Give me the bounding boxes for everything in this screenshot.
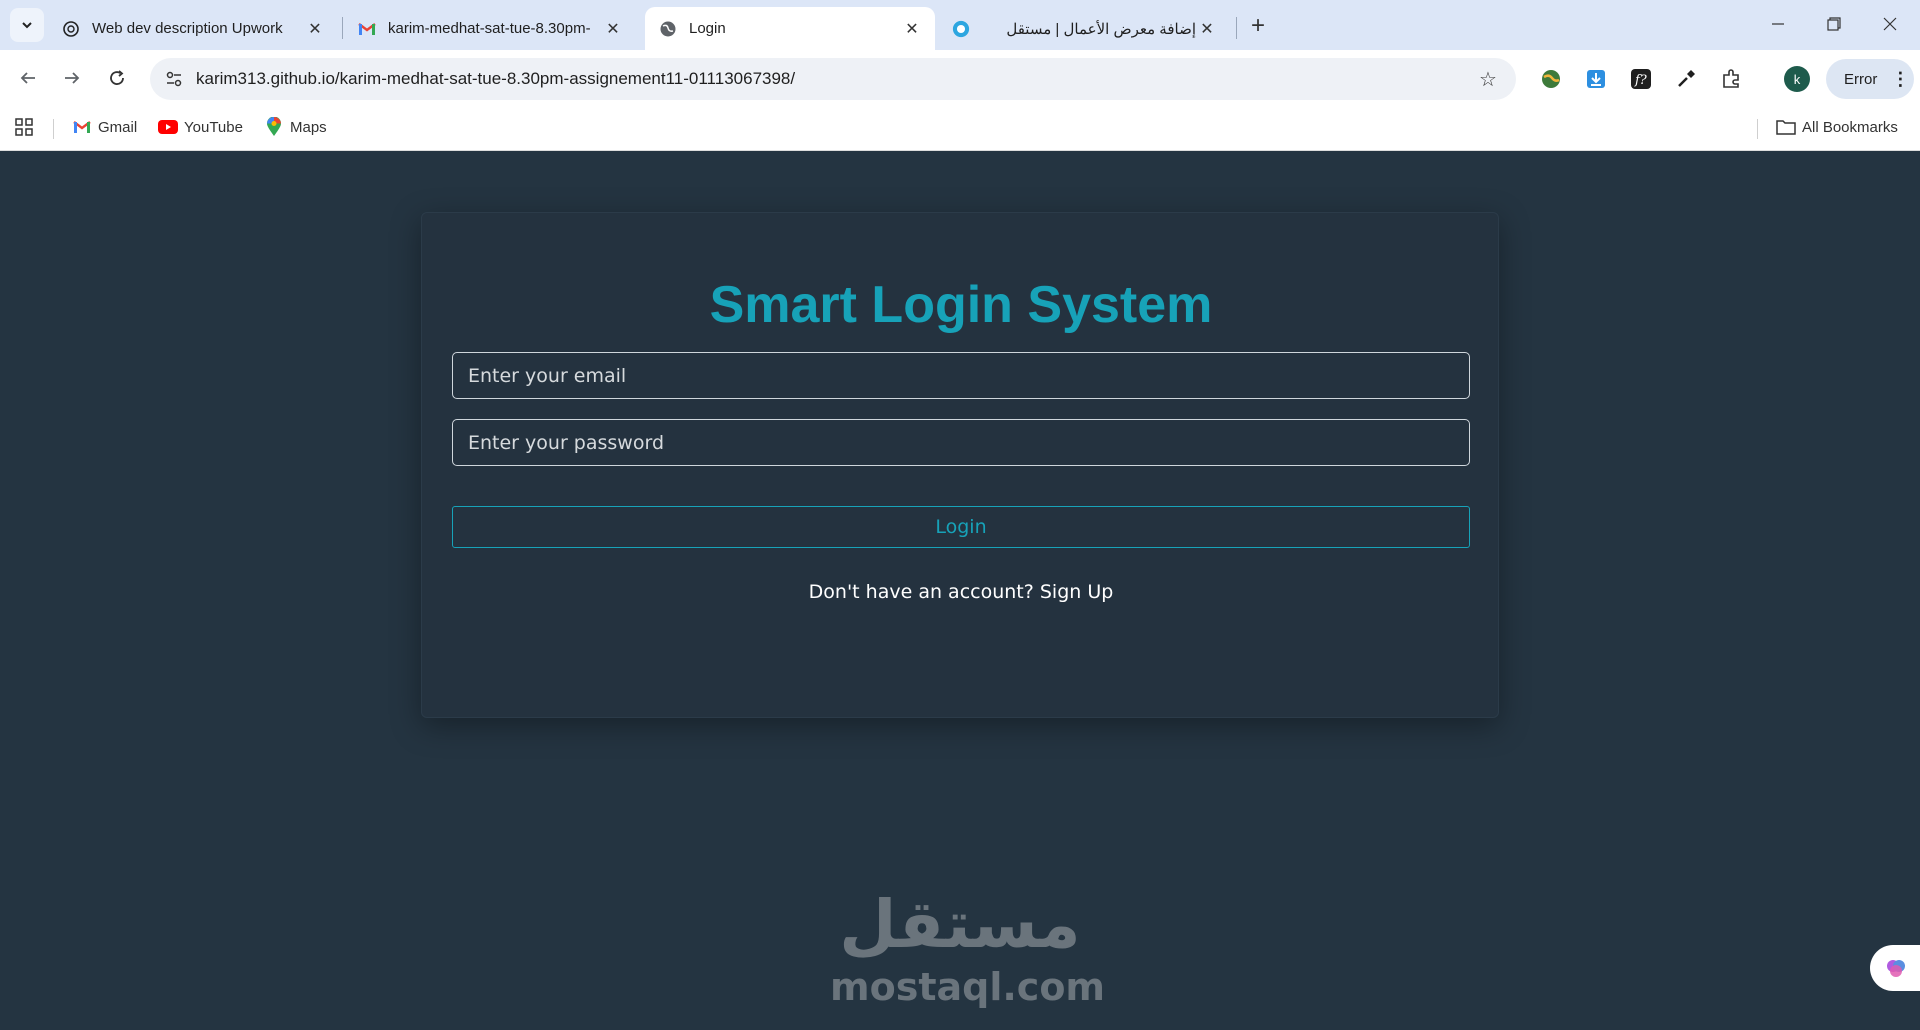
font-extension-icon[interactable]: f? [1627, 65, 1655, 93]
minimize-button[interactable] [1758, 8, 1798, 40]
tab-divider [1236, 17, 1237, 39]
signup-prompt: Don't have an account? Sign Up [422, 581, 1500, 603]
maps-icon [264, 117, 284, 137]
minimize-icon [1772, 23, 1784, 25]
tab-strip: Web dev description Upwork ✕ karim-medha… [0, 0, 1920, 50]
tab-title: Login [689, 20, 726, 37]
all-bookmarks-button[interactable]: All Bookmarks [1776, 117, 1898, 137]
extensions-puzzle-icon[interactable] [1717, 65, 1745, 93]
login-button[interactable]: Login [452, 506, 1470, 548]
restore-icon [1827, 17, 1841, 31]
mostaql-watermark: مستقل mostaql.com [830, 885, 1106, 1015]
address-bar[interactable]: karim313.github.io/karim-medhat-sat-tue-… [150, 58, 1516, 100]
bookmark-maps[interactable]: Maps [264, 117, 327, 137]
arrow-left-icon [20, 72, 35, 84]
signup-question: Don't have an account? [808, 581, 1034, 603]
bookmark-youtube[interactable]: YouTube [158, 117, 243, 137]
reload-icon [110, 70, 124, 85]
bookmark-gmail[interactable]: Gmail [72, 117, 137, 137]
tab-gmail[interactable]: karim-medhat-sat-tue-8.30pm- ✕ [344, 7, 636, 50]
tab-title: إضافة معرض الأعمال | مستقل [1006, 20, 1196, 38]
tab-mostaql[interactable]: إضافة معرض الأعمال | مستقل ✕ [938, 7, 1230, 50]
watermark-arabic-text: مستقل [839, 886, 1081, 963]
chevron-down-icon [22, 22, 32, 29]
email-input[interactable] [452, 352, 1470, 399]
mostaql-icon [952, 20, 970, 38]
close-tab-icon[interactable]: ✕ [901, 18, 923, 40]
bookmarks-divider [1757, 119, 1758, 139]
profile-avatar[interactable]: k [1784, 66, 1810, 92]
floating-assistant-button[interactable] [1870, 945, 1920, 991]
globe-icon [659, 20, 677, 38]
bookmark-star-icon[interactable]: ☆ [1476, 67, 1500, 91]
forward-button[interactable] [56, 62, 88, 94]
tab-divider [342, 17, 343, 39]
tab-title: karim-medhat-sat-tue-8.30pm- [388, 20, 591, 37]
site-info-icon[interactable] [162, 67, 186, 91]
chatgpt-icon [62, 20, 80, 38]
gmail-icon [72, 117, 92, 137]
signup-link[interactable]: Sign Up [1040, 581, 1113, 603]
folder-icon [1776, 117, 1796, 137]
apps-button[interactable] [14, 117, 40, 137]
close-tab-icon[interactable]: ✕ [1196, 18, 1218, 40]
bookmark-label: Maps [290, 118, 327, 136]
close-icon [1883, 17, 1897, 31]
more-options-icon: ⋮ [1891, 68, 1910, 89]
tab-login[interactable]: Login ✕ [645, 7, 935, 50]
bookmarks-divider [53, 119, 54, 139]
tab-search-button[interactable] [10, 8, 44, 42]
bookmarks-bar: Gmail YouTube Maps All Bookmarks [0, 107, 1920, 151]
watermark-latin-text: mostaql.com [830, 965, 1106, 1009]
back-button[interactable] [12, 62, 44, 94]
password-input[interactable] [452, 419, 1470, 466]
svg-text:f?: f? [1634, 73, 1648, 88]
tab-title: Web dev description Upwork [92, 20, 283, 37]
close-tab-icon[interactable]: ✕ [602, 18, 624, 40]
error-menu-button[interactable]: Error ⋮ [1826, 59, 1914, 99]
tab-web-dev-description[interactable]: Web dev description Upwork ✕ [48, 7, 338, 50]
brain-icon [1887, 960, 1905, 977]
page-title: Smart Login System [709, 276, 1213, 334]
arrow-right-icon [65, 72, 80, 84]
close-tab-icon[interactable]: ✕ [304, 18, 326, 40]
new-tab-button[interactable]: + [1244, 12, 1272, 40]
all-bookmarks-label: All Bookmarks [1802, 118, 1898, 136]
reload-button[interactable] [101, 62, 133, 94]
close-window-button[interactable] [1870, 8, 1910, 40]
restore-button[interactable] [1814, 8, 1854, 40]
youtube-icon [158, 117, 178, 137]
extension-globe-icon[interactable] [1537, 65, 1565, 93]
bookmark-label: Gmail [98, 118, 138, 136]
error-label: Error [1844, 70, 1878, 88]
apps-grid-icon [14, 117, 34, 137]
gmail-icon [358, 20, 376, 38]
download-icon[interactable] [1582, 65, 1610, 93]
url-text[interactable]: karim313.github.io/karim-medhat-sat-tue-… [196, 69, 795, 89]
login-card: Smart Login System Login Don't have an a… [421, 212, 1499, 718]
bookmark-label: YouTube [184, 118, 243, 136]
eyedropper-icon[interactable] [1672, 65, 1700, 93]
